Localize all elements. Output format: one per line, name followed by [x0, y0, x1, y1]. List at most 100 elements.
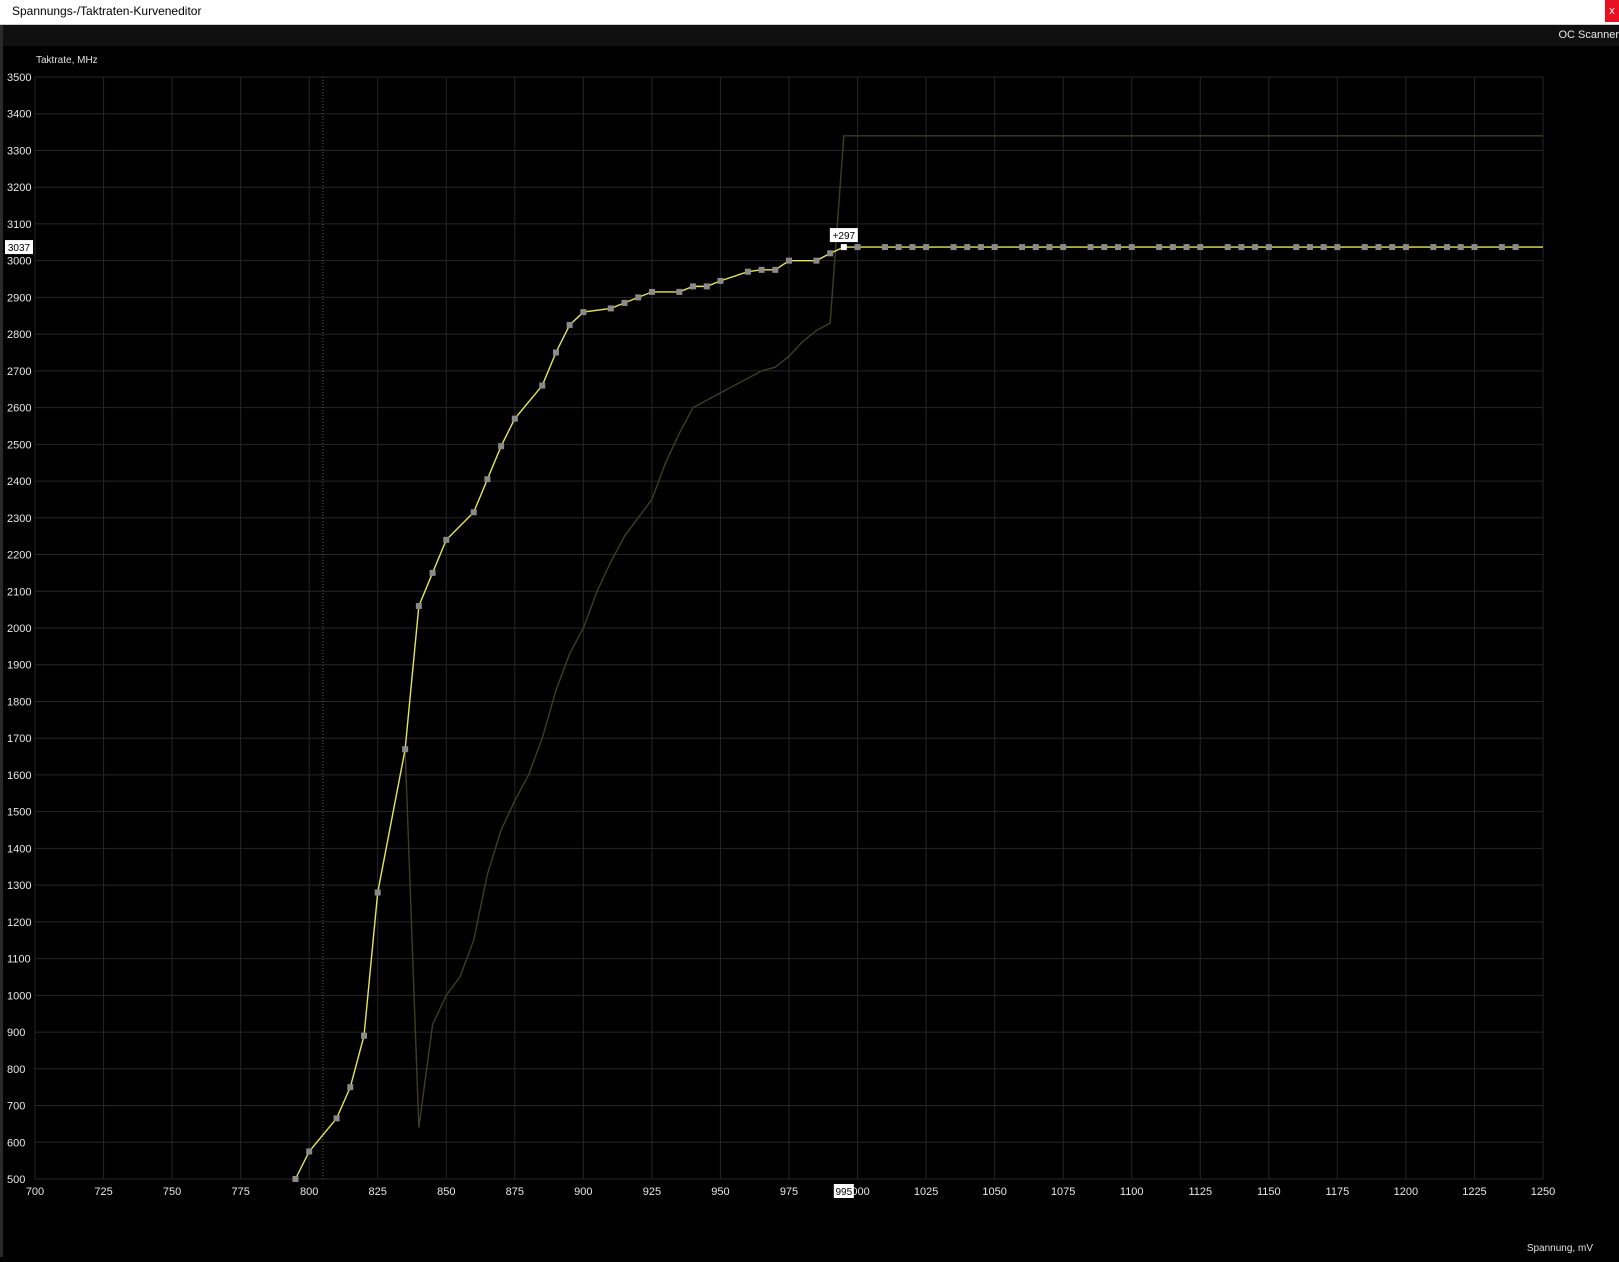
curve-point-handle[interactable]: [1019, 244, 1026, 251]
curve-point-handle[interactable]: [443, 536, 450, 543]
curve-point-handle[interactable]: [292, 1176, 299, 1182]
oc-scanner-button[interactable]: OC Scanner: [1558, 29, 1619, 41]
x-tick-label: 1225: [1462, 1186, 1486, 1198]
y-tick-label: 1500: [7, 807, 31, 819]
y-tick-label: 2200: [7, 550, 31, 562]
x-tick-label: 900: [574, 1186, 592, 1198]
curve-point-handle[interactable]: [1293, 244, 1300, 251]
y-tick-label: 2000: [7, 623, 31, 635]
x-tick-label: 950: [711, 1186, 729, 1198]
y-tick-label: 1000: [7, 990, 31, 1002]
x-tick-label: 700: [26, 1186, 44, 1198]
curve-point-handle[interactable]: [703, 283, 710, 290]
curve-point-handle[interactable]: [361, 1032, 368, 1039]
curve-point-handle[interactable]: [635, 294, 642, 301]
curve-point-handle[interactable]: [470, 509, 477, 516]
curve-point-handle[interactable]: [676, 288, 683, 295]
y-tick-label: 900: [7, 1027, 25, 1039]
curve-point-handle[interactable]: [964, 244, 971, 251]
y-tick-label: 800: [7, 1064, 25, 1076]
curve-editor-plot[interactable]: 500 600 700 800 900 1000 1100 1200 1300 1400 1500 1…: [3, 46, 1619, 1257]
x-tick-label: 975: [780, 1186, 798, 1198]
curve-point-handle[interactable]: [580, 309, 587, 316]
curve-point-handle[interactable]: [1444, 244, 1451, 251]
curve-point-handle[interactable]: [1306, 244, 1313, 251]
y-tick-label: 1800: [7, 696, 31, 708]
curve-point-handle[interactable]: [1375, 244, 1382, 251]
curve-point-handle[interactable]: [539, 382, 546, 389]
curve-point-handle[interactable]: [552, 349, 559, 356]
curve-point-handle[interactable]: [1252, 244, 1259, 251]
x-tick-label: 1125: [1188, 1186, 1212, 1198]
curve-point-handle[interactable]: [374, 889, 381, 896]
close-button[interactable]: x: [1605, 0, 1619, 22]
curve-point-handle[interactable]: [991, 244, 998, 251]
curve-point-handle[interactable]: [1128, 244, 1135, 251]
curve-point-handle[interactable]: [1430, 244, 1437, 251]
curve-point-handle[interactable]: [1334, 244, 1341, 251]
curve-point-handle[interactable]: [854, 244, 861, 251]
curve-point-handle[interactable]: [1389, 244, 1396, 251]
voltage-frequency-chart[interactable]: 500 600 700 800 900 1000 1100 1200 1300 1400 1500 1…: [3, 46, 1619, 1257]
curve-point-handle[interactable]: [1087, 244, 1094, 251]
y-tick-label: 1100: [7, 954, 31, 966]
curve-point-handle[interactable]: [1032, 244, 1039, 251]
y-tick-label: 2900: [7, 292, 31, 304]
curve-point-handle[interactable]: [1115, 244, 1122, 251]
curve-point-handle[interactable]: [1169, 244, 1176, 251]
curve-point-handle[interactable]: [909, 244, 916, 251]
curve-point-handle[interactable]: [1197, 244, 1204, 251]
x-tick-label: 1100: [1120, 1186, 1144, 1198]
curve-point-handle[interactable]: [1498, 244, 1505, 251]
curve-point-handle[interactable]: [1512, 244, 1519, 251]
curve-point-handle[interactable]: [347, 1084, 354, 1091]
curve-point-handle[interactable]: [923, 244, 930, 251]
curve-point-handle[interactable]: [1060, 244, 1067, 251]
curve-point-handle[interactable]: [717, 277, 724, 284]
curve-point-handle[interactable]: [1402, 244, 1409, 251]
window-title: Spannungs-/Taktraten-Kurveneditor: [12, 4, 202, 18]
y-tick-label: 1300: [7, 880, 31, 892]
curve-point-handle[interactable]: [813, 257, 820, 264]
curve-point-handle[interactable]: [895, 244, 902, 251]
curve-point-handle[interactable]: [1471, 244, 1478, 251]
curve-point-handle[interactable]: [1238, 244, 1245, 251]
curve-point-handle[interactable]: [690, 283, 697, 290]
y-tick-label: 3100: [7, 219, 31, 231]
curve-point-handle[interactable]: [1156, 244, 1163, 251]
curve-point-handle[interactable]: [950, 244, 957, 251]
curve-point-handle[interactable]: [1361, 244, 1368, 251]
x-axis-label: Spannung, mV: [1526, 1243, 1593, 1254]
y-tick-label: 3300: [7, 145, 31, 157]
curve-point-handle[interactable]: [306, 1148, 313, 1155]
offset-label: +297: [833, 231, 856, 242]
curve-point-handle[interactable]: [333, 1115, 340, 1122]
curve-point-handle[interactable]: [786, 257, 792, 264]
curve-point-handle[interactable]: [402, 746, 409, 753]
curve-point-handle[interactable]: [1457, 244, 1464, 251]
curve-point-handle[interactable]: [881, 244, 888, 251]
curve-point-handle[interactable]: [648, 288, 655, 295]
curve-point-handle[interactable]: [607, 305, 614, 312]
y-tick-label: 2500: [7, 439, 31, 451]
curve-point-handle[interactable]: [1265, 244, 1272, 251]
curve-point-handle[interactable]: [1320, 244, 1327, 251]
curve-point-handle[interactable]: [1183, 244, 1190, 251]
curve-point-handle[interactable]: [484, 476, 491, 483]
curve-point-handle[interactable]: [498, 443, 505, 450]
curve-point-handle[interactable]: [1101, 244, 1108, 251]
curve-point-handle[interactable]: [511, 415, 518, 422]
curve-point-handle[interactable]: [758, 266, 765, 273]
curve-point-handle[interactable]: [772, 266, 779, 273]
curve-point-handle[interactable]: [977, 244, 984, 251]
curve-point-handle[interactable]: [827, 250, 834, 257]
curve-point-handle[interactable]: [744, 268, 751, 275]
curve-point-handle[interactable]: [621, 299, 628, 306]
selected-curve-point[interactable]: [840, 244, 847, 251]
curve-point-handle[interactable]: [415, 602, 422, 609]
curve-point-handle[interactable]: [566, 321, 573, 328]
curve-point-handle[interactable]: [1046, 244, 1053, 251]
curve-point-handle[interactable]: [429, 569, 436, 576]
curve-point-handle[interactable]: [1224, 244, 1231, 251]
y-tick-label: 3500: [7, 72, 31, 84]
